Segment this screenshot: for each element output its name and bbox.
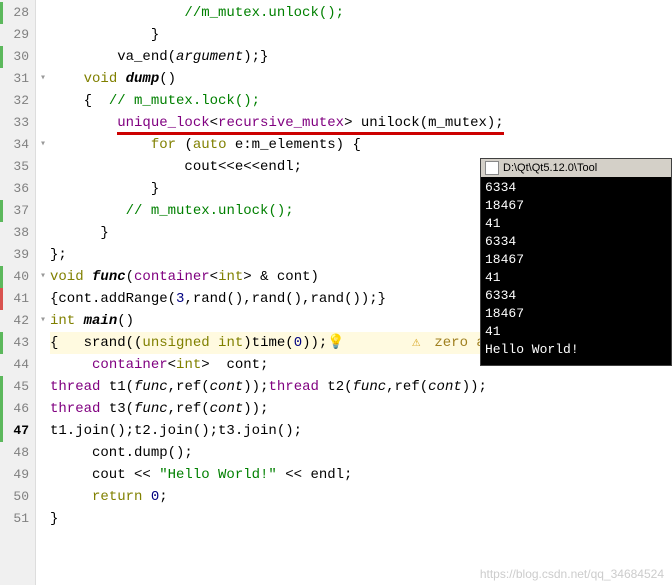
console-titlebar[interactable]: D:\Qt\Qt5.12.0\Tool — [481, 159, 671, 177]
code-line[interactable]: void dump() — [50, 68, 672, 90]
fold-indicator — [36, 288, 50, 310]
line-number: 51 — [0, 508, 35, 530]
change-marker-green — [0, 420, 3, 442]
watermark: https://blog.csdn.net/qq_34684524 — [480, 567, 664, 581]
code-line[interactable]: va_end(argument);} — [50, 46, 672, 68]
console-line: 6334 — [485, 287, 667, 305]
console-line: 41 — [485, 215, 667, 233]
line-number: 48 — [0, 442, 35, 464]
underlined-code: unique_lock<recursive_mutex> unilock(m_m… — [117, 115, 504, 135]
line-number: 50 — [0, 486, 35, 508]
console-icon — [485, 161, 499, 175]
fold-indicator — [36, 46, 50, 68]
fold-indicator — [36, 244, 50, 266]
line-number: 31 — [0, 68, 35, 90]
change-marker-green — [0, 332, 3, 354]
line-number: 43 — [0, 332, 35, 354]
change-marker-green — [0, 200, 3, 222]
code-line[interactable]: return 0; — [50, 486, 672, 508]
fold-indicator — [36, 442, 50, 464]
code-line[interactable]: t1.join();t2.join();t3.join(); — [50, 420, 672, 442]
change-marker-red — [0, 288, 3, 310]
fold-indicator — [36, 332, 50, 354]
fold-indicator — [36, 200, 50, 222]
change-marker-green — [0, 398, 3, 420]
code-line[interactable]: cont.dump(); — [50, 442, 672, 464]
line-number: 35 — [0, 156, 35, 178]
fold-indicator — [36, 420, 50, 442]
fold-indicator[interactable]: ▾ — [36, 266, 50, 288]
fold-indicator — [36, 376, 50, 398]
line-number: 34 — [0, 134, 35, 156]
console-line: 6334 — [485, 233, 667, 251]
fold-indicator[interactable]: ▾ — [36, 310, 50, 332]
code-line[interactable]: thread t3(func,ref(cont)); — [50, 398, 672, 420]
code-line[interactable]: } — [50, 24, 672, 46]
fold-indicator — [36, 354, 50, 376]
console-line: 18467 — [485, 251, 667, 269]
fold-indicator — [36, 486, 50, 508]
change-marker-green — [0, 2, 3, 24]
fold-indicator — [36, 156, 50, 178]
code-line[interactable]: cout << "Hello World!" << endl; — [50, 464, 672, 486]
line-number: 41 — [0, 288, 35, 310]
fold-indicator — [36, 112, 50, 134]
line-number: 37 — [0, 200, 35, 222]
line-number: 47 — [0, 420, 35, 442]
code-line[interactable]: for (auto e:m_elements) { — [50, 134, 672, 156]
code-line[interactable]: { // m_mutex.lock(); — [50, 90, 672, 112]
line-number: 39 — [0, 244, 35, 266]
change-marker-green — [0, 46, 3, 68]
line-number: 32 — [0, 90, 35, 112]
line-number: 44 — [0, 354, 35, 376]
code-line[interactable]: } — [50, 508, 672, 530]
console-line: 41 — [485, 323, 667, 341]
fold-indicator[interactable]: ▾ — [36, 68, 50, 90]
line-number: 42 — [0, 310, 35, 332]
change-marker-green — [0, 376, 3, 398]
fold-indicator — [36, 178, 50, 200]
fold-indicator — [36, 464, 50, 486]
line-number: 45 — [0, 376, 35, 398]
line-number: 36 — [0, 178, 35, 200]
console-window: D:\Qt\Qt5.12.0\Tool 63341846741633418467… — [480, 158, 672, 366]
line-number: 28 — [0, 2, 35, 24]
console-line: 6334 — [485, 179, 667, 197]
fold-indicator — [36, 90, 50, 112]
lightbulb-icon[interactable]: 💡 — [327, 335, 344, 351]
fold-indicator — [36, 398, 50, 420]
line-number: 46 — [0, 398, 35, 420]
line-number: 38 — [0, 222, 35, 244]
console-title-text: D:\Qt\Qt5.12.0\Tool — [503, 162, 597, 174]
fold-column: ▾ ▾ ▾ ▾ — [36, 0, 50, 585]
fold-indicator — [36, 508, 50, 530]
line-number: 30 — [0, 46, 35, 68]
console-line: 41 — [485, 269, 667, 287]
code-line[interactable]: unique_lock<recursive_mutex> unilock(m_m… — [50, 112, 672, 134]
fold-indicator — [36, 222, 50, 244]
line-number: 40 — [0, 266, 35, 288]
line-number: 49 — [0, 464, 35, 486]
code-line[interactable]: thread t1(func,ref(cont));thread t2(func… — [50, 376, 672, 398]
line-number: 33 — [0, 112, 35, 134]
line-number: 29 — [0, 24, 35, 46]
console-line: 18467 — [485, 305, 667, 323]
line-number-gutter: 2829303132333435363738394041424344454647… — [0, 0, 36, 585]
code-line[interactable]: //m_mutex.unlock(); — [50, 2, 672, 24]
fold-indicator[interactable]: ▾ — [36, 134, 50, 156]
warning-icon: ⚠ — [412, 332, 426, 354]
console-line: 18467 — [485, 197, 667, 215]
console-output: 633418467416334184674163341846741Hello W… — [481, 177, 671, 365]
change-marker-green — [0, 266, 3, 288]
console-line: Hello World! — [485, 341, 667, 359]
fold-indicator — [36, 24, 50, 46]
fold-indicator — [36, 2, 50, 24]
